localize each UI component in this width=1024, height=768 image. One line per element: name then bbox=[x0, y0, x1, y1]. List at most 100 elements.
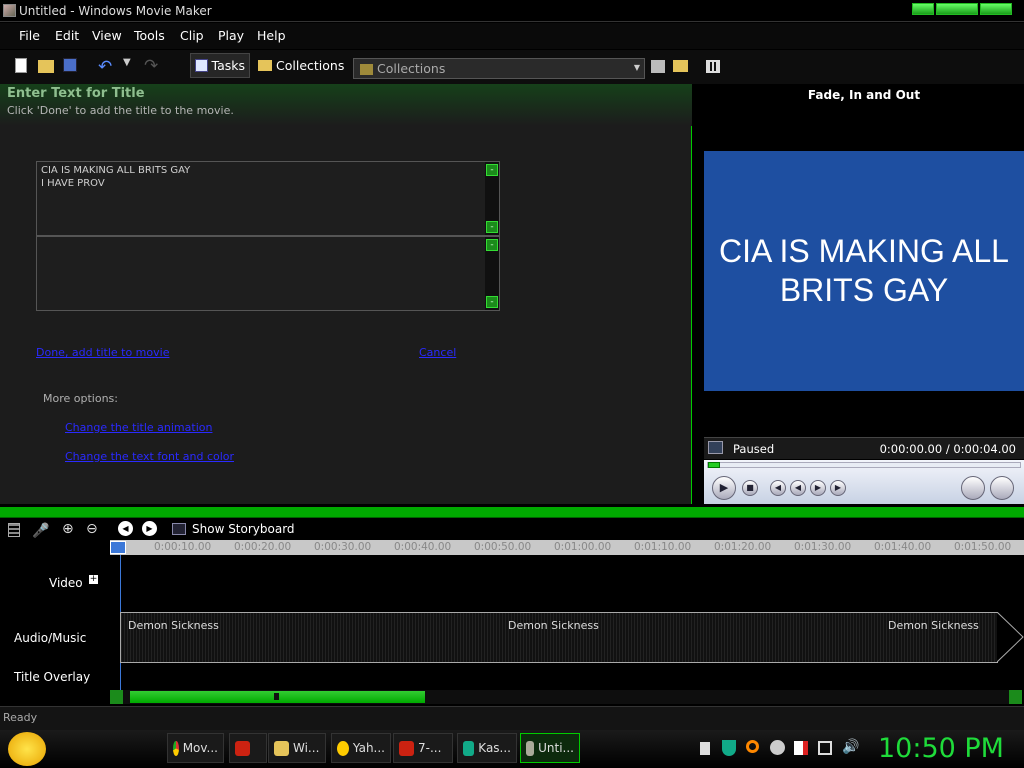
scroll-thumb[interactable] bbox=[130, 691, 425, 703]
preview-screen: CIA IS MAKING ALL BRITS GAY bbox=[704, 151, 1024, 391]
taskbar-item-kaspersky[interactable]: Kas... bbox=[457, 733, 517, 763]
messenger-tray-icon[interactable] bbox=[770, 740, 785, 755]
minimize-button[interactable] bbox=[912, 3, 934, 15]
scroll-right-button[interactable] bbox=[1009, 690, 1022, 704]
chrome-icon bbox=[173, 740, 179, 756]
audio-clip-name: Demon Sickness bbox=[888, 619, 979, 632]
taskbar-item-7zip[interactable]: 7-... bbox=[393, 733, 453, 763]
ruler-tick: 0:01:20.00 bbox=[714, 541, 772, 553]
play-button[interactable]: ▶ bbox=[712, 476, 736, 500]
more-options-label: More options: bbox=[43, 392, 118, 405]
new-folder-icon[interactable] bbox=[673, 60, 688, 72]
pane-separator[interactable] bbox=[0, 504, 1024, 518]
menu-file[interactable]: File bbox=[19, 28, 40, 43]
scroll-left-button[interactable] bbox=[110, 690, 123, 704]
timeline-horizontal-scrollbar[interactable] bbox=[110, 690, 1022, 704]
taskbar-item-bull[interactable] bbox=[229, 733, 267, 763]
volume-icon[interactable]: 🔊 bbox=[842, 739, 859, 755]
collections-dropdown-value: Collections bbox=[377, 61, 446, 76]
action-center-icon[interactable] bbox=[794, 741, 808, 755]
split-clip-button[interactable] bbox=[961, 476, 985, 500]
taskbar-item-movie-maker[interactable]: Unti... bbox=[520, 733, 580, 763]
status-bar: Ready bbox=[0, 706, 1024, 730]
second-text-input[interactable]: - - bbox=[36, 236, 500, 311]
change-font-link[interactable]: Change the text font and color bbox=[65, 450, 234, 463]
audio-clip[interactable]: Demon Sickness Demon Sickness Demon Sick… bbox=[120, 612, 998, 663]
up-folder-icon[interactable] bbox=[651, 60, 665, 73]
taskbar-item-label: Mov... bbox=[182, 741, 218, 755]
scrollbar[interactable]: - - bbox=[485, 162, 499, 235]
menu-edit[interactable]: Edit bbox=[55, 28, 79, 43]
open-project-icon[interactable] bbox=[38, 60, 54, 73]
taskbar: Mov... Wi... Yah... 7-... Kas... Unti...… bbox=[0, 730, 1024, 768]
menu-tools[interactable]: Tools bbox=[134, 28, 165, 43]
ruler-tick: 0:01:00.00 bbox=[554, 541, 612, 553]
menu-view[interactable]: View bbox=[92, 28, 122, 43]
zoom-in-icon[interactable]: ⊕ bbox=[62, 521, 74, 537]
change-animation-link[interactable]: Change the title animation bbox=[65, 421, 212, 434]
next-frame-button[interactable]: ▶ bbox=[830, 480, 846, 496]
title-overlay-track-label: Title Overlay bbox=[14, 670, 91, 684]
camera-icon[interactable] bbox=[990, 476, 1014, 500]
collections-button[interactable]: Collections bbox=[254, 53, 348, 78]
taskbar-item-label: Yah... bbox=[352, 741, 385, 755]
zoom-out-icon[interactable]: ⊖ bbox=[86, 521, 98, 537]
start-smiley-icon[interactable] bbox=[8, 732, 46, 766]
fast-forward-button[interactable]: ▶ bbox=[810, 480, 826, 496]
maximize-button[interactable] bbox=[936, 3, 978, 15]
views-icon[interactable] bbox=[706, 60, 720, 73]
stop-button[interactable]: ■ bbox=[742, 480, 758, 496]
set-audio-levels-icon[interactable] bbox=[8, 523, 20, 537]
seek-bar[interactable] bbox=[707, 462, 1021, 468]
done-link[interactable]: Done, add title to movie bbox=[36, 346, 169, 359]
chevron-down-icon: ▼ bbox=[633, 63, 640, 72]
title-bar: Untitled - Windows Movie Maker bbox=[0, 0, 1024, 22]
shield-icon[interactable] bbox=[722, 740, 736, 756]
scrollbar[interactable]: - - bbox=[485, 237, 499, 310]
movie-maker-app-icon[interactable] bbox=[3, 4, 16, 17]
taskbar-item-yahoo[interactable]: Yah... bbox=[331, 733, 391, 763]
timeline-ruler[interactable]: 0:00:10.00 0:00:20.00 0:00:30.00 0:00:40… bbox=[110, 540, 1024, 555]
menu-help[interactable]: Help bbox=[257, 28, 286, 43]
taskbar-item-windows[interactable]: Wi... bbox=[268, 733, 326, 763]
scroll-up-button[interactable]: - bbox=[486, 239, 498, 251]
expand-track-button[interactable]: + bbox=[89, 575, 98, 584]
clock[interactable]: 10:50 PM bbox=[878, 733, 1004, 764]
menu-clip[interactable]: Clip bbox=[180, 28, 204, 43]
menu-bar: File Edit View Tools Clip Play Help bbox=[0, 23, 1024, 49]
cancel-link[interactable]: Cancel bbox=[419, 346, 456, 359]
redo-icon[interactable]: ↷ bbox=[144, 56, 160, 76]
taskbar-item-chrome[interactable]: Mov... bbox=[167, 733, 224, 763]
kaspersky-icon bbox=[463, 740, 475, 756]
scroll-up-button[interactable]: - bbox=[486, 164, 498, 176]
seek-thumb[interactable] bbox=[708, 462, 720, 468]
ruler-tick: 0:00:10.00 bbox=[154, 541, 212, 553]
close-button[interactable] bbox=[980, 3, 1012, 15]
network-icon[interactable] bbox=[818, 741, 832, 755]
new-project-icon[interactable] bbox=[15, 58, 27, 73]
search-icon[interactable] bbox=[746, 740, 759, 753]
rewind-button[interactable]: ◀ bbox=[790, 480, 806, 496]
play-timeline-icon[interactable]: ▶ bbox=[142, 521, 157, 536]
chevron-down-icon[interactable]: ▼ bbox=[123, 57, 139, 73]
preview-effect-name: Fade, In and Out bbox=[807, 88, 921, 102]
lock-icon[interactable] bbox=[700, 742, 710, 755]
title-text-input[interactable]: CIA IS MAKING ALL BRITS GAY I HAVE PROV … bbox=[36, 161, 500, 236]
rewind-timeline-icon[interactable]: ◀ bbox=[118, 521, 133, 536]
previous-frame-button[interactable]: ◀ bbox=[770, 480, 786, 496]
undo-icon[interactable]: ↶ bbox=[98, 57, 114, 77]
save-icon[interactable] bbox=[63, 58, 77, 72]
tasks-button[interactable]: Tasks bbox=[190, 53, 250, 78]
menu-play[interactable]: Play bbox=[218, 28, 244, 43]
collections-dropdown[interactable]: Collections ▼ bbox=[353, 58, 645, 79]
show-storyboard-button[interactable]: Show Storyboard bbox=[172, 522, 295, 536]
folder-icon bbox=[258, 60, 272, 71]
ruler-tick: 0:01:10.00 bbox=[634, 541, 692, 553]
playhead-handle[interactable] bbox=[110, 541, 126, 554]
scroll-down-button[interactable]: - bbox=[486, 296, 498, 308]
narrate-microphone-icon[interactable]: 🎤 bbox=[32, 523, 49, 539]
taskbar-item-label: 7-... bbox=[418, 741, 442, 755]
playback-time: 0:00:00.00 / 0:00:04.00 bbox=[879, 442, 1016, 456]
scroll-down-button[interactable]: - bbox=[486, 221, 498, 233]
ruler-tick: 0:01:40.00 bbox=[874, 541, 932, 553]
